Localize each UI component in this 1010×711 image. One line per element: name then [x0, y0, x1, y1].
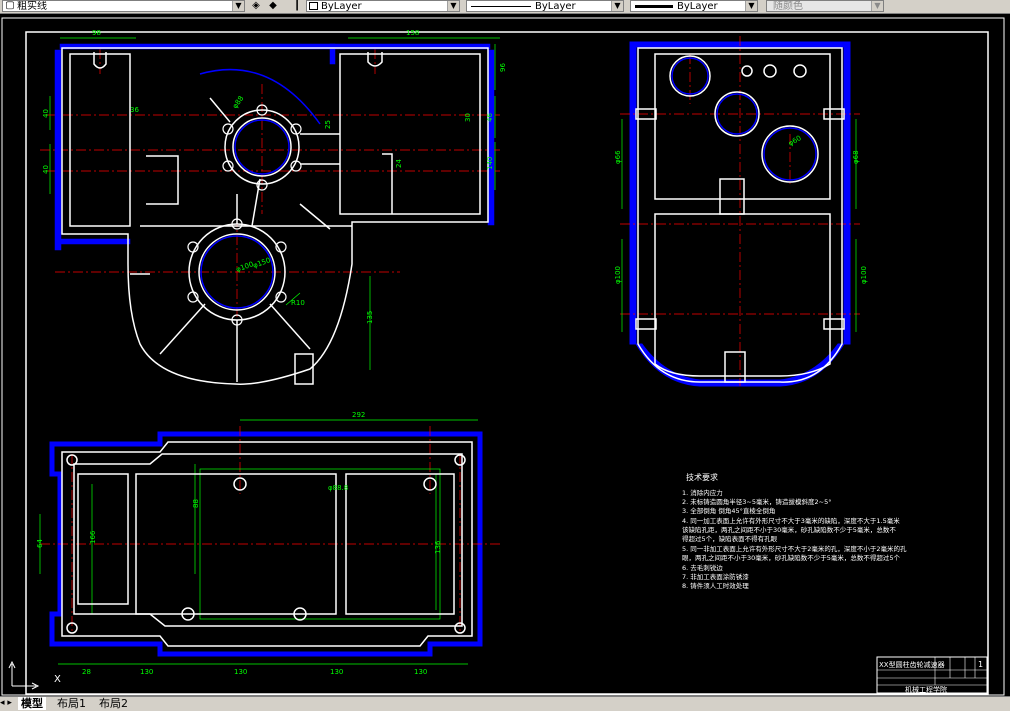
tech-requirements: 技术要求 1. 消除内应力 2. 未标铸造圆角半径3~5毫米，铸造拔模斜度2~5… — [682, 472, 907, 590]
tech-item: 6. 去毛刺锐边 — [682, 563, 723, 572]
dim-130c: 130 — [330, 668, 343, 676]
layer-dropdown[interactable]: ▢ 粗实线 ▼ — [2, 0, 245, 12]
dim-side-d100b: φ100 — [860, 266, 868, 284]
title-block-sheet: 1 — [978, 660, 983, 669]
ucs-icon: X — [8, 660, 61, 690]
lineweight-dropdown[interactable]: ByLayer ▼ — [630, 0, 758, 12]
tech-item: 3. 全部倒角 倒角45°直棱全倒角 — [682, 506, 775, 515]
linetype-sample-icon — [471, 6, 531, 7]
layer-name: 粗实线 — [17, 1, 47, 12]
dim-40b: 40 — [42, 165, 50, 174]
dim-25: 25 — [324, 120, 332, 129]
dim-side-d66: φ66 — [614, 150, 622, 164]
dim-d88: φ88 — [231, 94, 245, 110]
tech-item: 4. 同一加工表面上允许有外形尺寸不大于3毫米的缺陷，深度不大于1.5毫米 — [682, 516, 900, 525]
dim-d88-8: φ88.8 — [328, 484, 348, 492]
dim-side-d100a: φ100 — [614, 266, 622, 284]
front-view: 98 158 96 46 36 40 40 140 24 30 25 φ88 φ… — [40, 29, 507, 385]
layer-status-icon: ▢ — [5, 0, 15, 11]
tech-item: 5. 同一非加工表面上允许有外形尺寸不大于2毫米的孔，深度不小于2毫米的孔 — [682, 544, 907, 553]
sheet-border — [1, 17, 1005, 696]
drawing-canvas[interactable]: 98 158 96 46 36 40 40 140 24 30 25 φ88 φ… — [0, 14, 1010, 696]
linetype-label: ByLayer — [535, 1, 576, 12]
dim-side-d68: φ68 — [852, 150, 860, 164]
make-layer-current-icon[interactable]: ◈ — [249, 0, 263, 12]
dim-36: 36 — [130, 106, 139, 114]
dim-135: 135 — [366, 311, 374, 324]
linetype-dropdown[interactable]: ByLayer ▼ — [466, 0, 624, 12]
dim-96: 96 — [499, 63, 507, 72]
tech-requirements-title: 技术要求 — [686, 472, 718, 482]
lineweight-sample-icon — [635, 5, 673, 8]
tech-item: 得超过5个，缺陷表面不得有孔眼 — [682, 534, 778, 543]
dim-98: 98 — [92, 29, 101, 37]
dim-64: 64 — [36, 539, 44, 548]
chevron-down-icon[interactable]: ▼ — [232, 1, 244, 11]
chevron-down-icon[interactable]: ▼ — [611, 1, 623, 11]
dim-130a: 130 — [140, 668, 153, 676]
dim-130d: 130 — [414, 668, 427, 676]
dim-166: 166 — [89, 530, 97, 544]
tech-item: 2. 未标铸造圆角半径3~5毫米，铸造拔模斜度2~5° — [682, 497, 831, 506]
plotstyle-label: 随颜色 — [773, 1, 803, 12]
color-swatch-icon — [309, 2, 318, 10]
tech-item: 眼，两孔之间距不小于30毫米，砂孔缺陷数不少于5毫米，总数不得超过5个 — [682, 553, 901, 562]
svg-text:X: X — [54, 674, 61, 685]
color-divider-icon: ┃ — [293, 0, 301, 11]
plotstyle-dropdown[interactable]: 随颜色 ▼ — [766, 0, 884, 12]
tab-layout1[interactable]: 布局1 — [54, 697, 89, 710]
dim-30: 30 — [464, 113, 472, 122]
dim-46: 46 — [486, 113, 494, 122]
bottom-view: 292 88 166 64 136 28 130 130 130 130 φ88… — [36, 411, 500, 676]
side-view: φ66 φ68 φ60 φ100 φ100 — [614, 36, 868, 387]
chevron-down-icon[interactable]: ▼ — [447, 1, 459, 11]
tab-model[interactable]: 模型 — [18, 697, 46, 710]
layout-tab-bar: ◂ ▸ 模型 布局1 布局2 — [0, 696, 1010, 711]
color-dropdown[interactable]: ByLayer ▼ — [306, 0, 460, 12]
dim-side-d60: φ60 — [787, 134, 803, 148]
dim-24: 24 — [395, 159, 403, 168]
dim-130b: 130 — [234, 668, 247, 676]
tech-item: 7. 非加工表面涂防锈漆 — [682, 572, 749, 581]
properties-toolbar: ▢ 粗实线 ▼ ◈ ◆ ┃ ByLayer ▼ ByLayer ▼ ByLaye… — [0, 0, 1010, 14]
tab-scroll-icon[interactable]: ◂ ▸ — [0, 697, 12, 710]
dim-28: 28 — [82, 668, 91, 676]
dim-136: 136 — [434, 540, 442, 554]
chevron-down-icon[interactable]: ▼ — [871, 1, 883, 11]
tech-item: 该缺陷孔距，两孔之间距不小于30毫米，砂孔缺陷数不少于5毫米，总数不 — [682, 525, 896, 534]
title-block-name: XX型圆柱齿轮减速器 — [879, 660, 945, 669]
dim-d150: φ150 — [252, 256, 272, 270]
title-block: XX型圆柱齿轮减速器 1 机械工程学院 — [876, 656, 988, 694]
layer-previous-icon[interactable]: ◆ — [266, 0, 280, 12]
chevron-down-icon[interactable]: ▼ — [745, 1, 757, 11]
dim-158: 158 — [406, 29, 419, 37]
lineweight-label: ByLayer — [677, 1, 718, 12]
dim-140: 140 — [486, 157, 494, 170]
tab-layout2[interactable]: 布局2 — [96, 697, 131, 710]
color-label: ByLayer — [321, 1, 362, 12]
title-block-school: 机械工程学院 — [905, 685, 947, 694]
tech-item: 1. 消除内应力 — [682, 488, 723, 497]
tech-item: 8. 铸件须人工时效处理 — [682, 581, 749, 590]
dim-r10: R10 — [291, 299, 305, 307]
dim-292: 292 — [352, 411, 365, 419]
dim-88: 88 — [192, 499, 200, 508]
dim-40a: 40 — [42, 109, 50, 118]
